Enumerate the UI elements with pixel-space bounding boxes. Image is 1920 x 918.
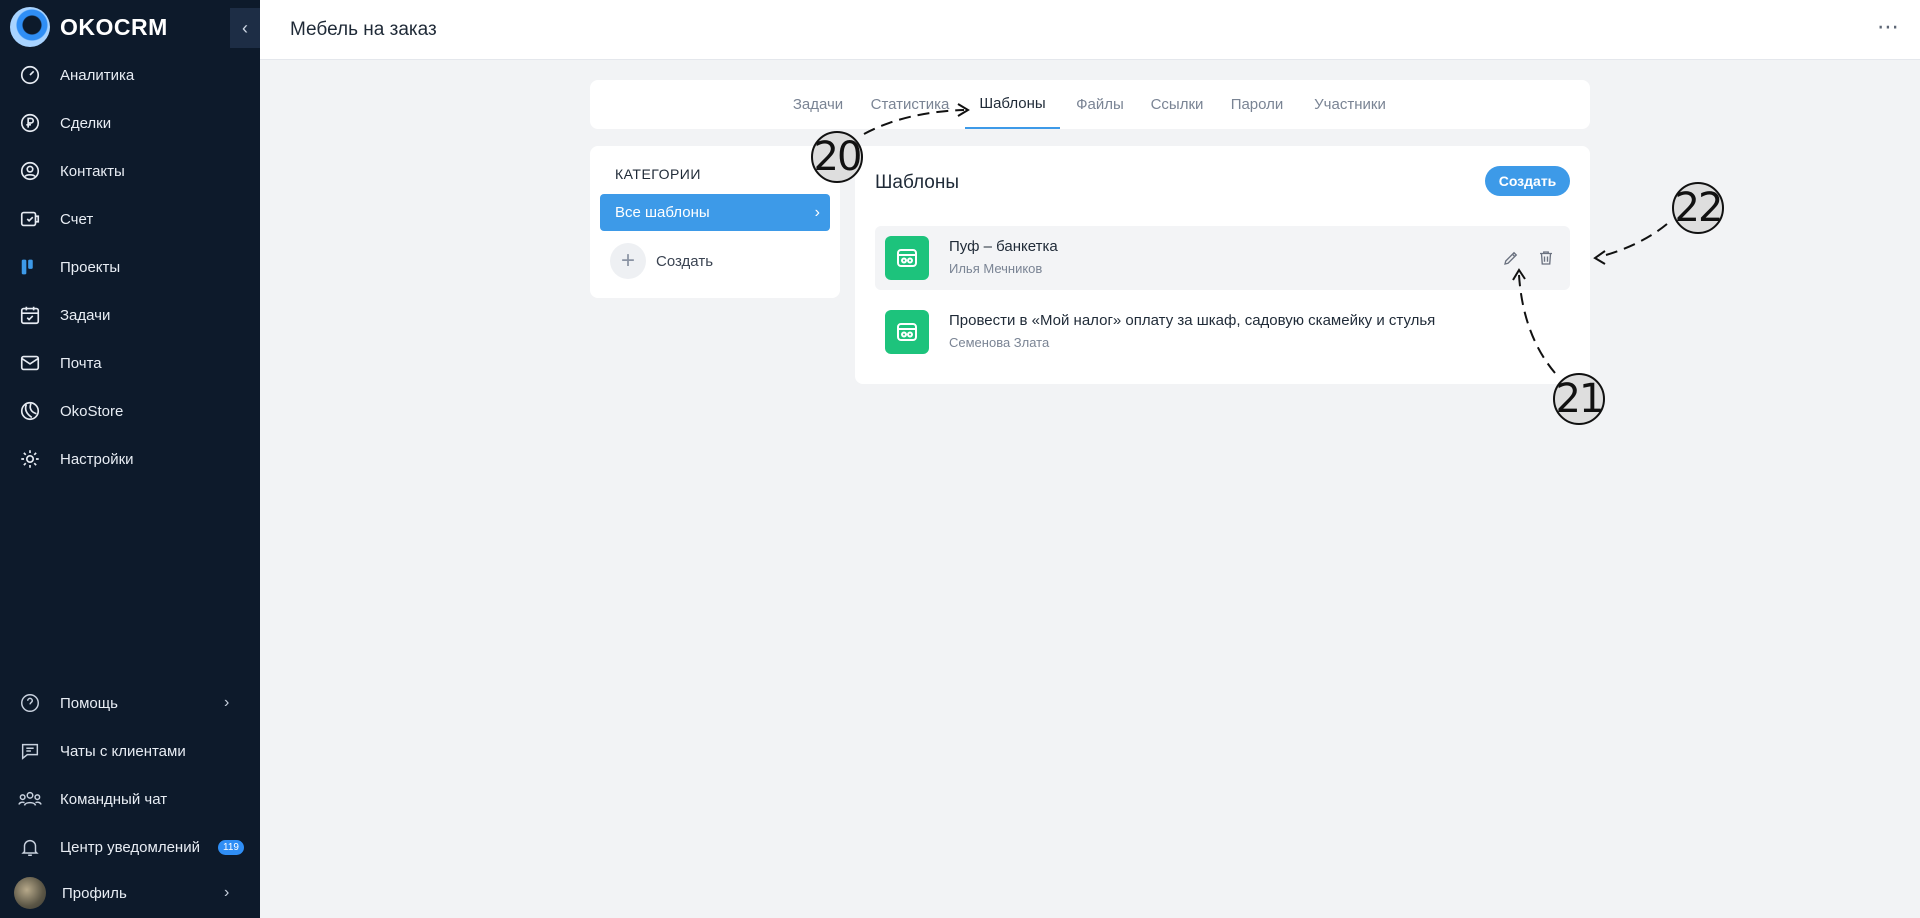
- template-name: Пуф – банкетка: [949, 238, 1058, 255]
- sidebar-item-label: Настройки: [60, 450, 134, 468]
- sidebar-item-label: Помощь: [60, 694, 118, 712]
- ruble-icon: [18, 111, 42, 135]
- sidebar-item-label: Проекты: [60, 258, 121, 276]
- sidebar-item-label: Задачи: [60, 306, 111, 324]
- brand-name: OKOCRM: [60, 13, 168, 40]
- sidebar-item-label: Центр уведомлений: [60, 838, 200, 856]
- create-category-label: Создать: [656, 252, 714, 270]
- bell-icon: [18, 835, 42, 859]
- create-category-button[interactable]: + Создать: [610, 242, 713, 280]
- chevron-right-icon: ›: [814, 203, 820, 221]
- create-template-button[interactable]: Создать: [1485, 166, 1570, 196]
- sidebar-item-label: Аналитика: [60, 66, 135, 84]
- tab-files[interactable]: Файлы: [1070, 80, 1130, 129]
- sidebar-item-label: Профиль: [62, 884, 127, 902]
- more-options-button[interactable]: ⋯: [1877, 14, 1900, 40]
- tab-participants[interactable]: Участники: [1305, 80, 1395, 129]
- sidebar-item-notifications[interactable]: Центр уведомлений 119: [0, 827, 260, 867]
- sidebar-item-projects[interactable]: Проекты: [0, 247, 260, 287]
- sidebar-item-okostore[interactable]: OkoStore: [0, 391, 260, 431]
- gear-icon: [18, 447, 42, 471]
- category-label: Все шаблоны: [615, 204, 710, 221]
- avatar: [14, 877, 46, 909]
- tab-tasks[interactable]: Задачи: [788, 80, 848, 129]
- sidebar-item-label: Сделки: [60, 114, 112, 132]
- sidebar-item-tasks[interactable]: Задачи: [0, 295, 260, 335]
- more-horizontal-icon: ⋯: [1877, 14, 1900, 39]
- sidebar-item-settings[interactable]: Настройки: [0, 439, 260, 479]
- sidebar-item-deals[interactable]: Сделки: [0, 103, 260, 143]
- chevron-right-icon: ›: [224, 884, 230, 901]
- invoice-icon: [18, 207, 42, 231]
- sidebar-item-label: OkoStore: [60, 402, 124, 420]
- annotation-arrows: [863, 103, 1668, 374]
- sidebar-item-invoice[interactable]: Счет: [0, 199, 260, 239]
- trash-icon: [1540, 251, 1552, 265]
- calendar-check-icon: [18, 303, 42, 327]
- template-row[interactable]: Провести в «Мой налог» оплату за шкаф, с…: [875, 300, 1570, 364]
- tab-templates[interactable]: Шаблоны: [965, 80, 1060, 129]
- sidebar-item-contacts[interactable]: Контакты: [0, 151, 260, 191]
- annotation-callout: 21: [1553, 373, 1605, 425]
- sidebar-item-client-chats[interactable]: Чаты с клиентами: [0, 731, 260, 771]
- gauge-icon: [18, 63, 42, 87]
- sidebar-item-analytics[interactable]: Аналитика: [0, 55, 260, 95]
- sidebar-item-label: Счет: [60, 210, 94, 228]
- logo[interactable]: OKOCRM: [10, 7, 168, 47]
- annotation-callout: 20: [811, 131, 863, 183]
- sidebar-item-mail[interactable]: Почта: [0, 343, 260, 383]
- templates-title: Шаблоны: [875, 172, 960, 193]
- sidebar-item-help[interactable]: Помощь ›: [0, 683, 260, 723]
- team-icon: [18, 787, 42, 811]
- tab-links[interactable]: Ссылки: [1147, 80, 1207, 129]
- template-row[interactable]: Пуф – банкетка Илья Мечников: [875, 226, 1570, 290]
- chevron-right-icon: ›: [224, 694, 230, 711]
- kanban-icon: [18, 255, 42, 279]
- category-all-templates[interactable]: Все шаблоны ›: [600, 194, 830, 231]
- sidebar: OKOCRM ‹ Аналитика Сделки Контакты Счет …: [0, 0, 260, 918]
- template-icon: [885, 236, 929, 280]
- pencil-icon: [1504, 251, 1518, 265]
- sidebar-item-label: Контакты: [60, 162, 125, 180]
- delete-template-button[interactable]: [1534, 246, 1558, 270]
- tab-statistics[interactable]: Статистика: [870, 80, 950, 129]
- question-icon: [18, 691, 42, 715]
- sidebar-item-label: Чаты с клиентами: [60, 742, 186, 760]
- notification-count-badge: 119: [218, 839, 244, 855]
- logo-icon: [10, 7, 50, 47]
- sidebar-item-profile[interactable]: Профиль ›: [0, 873, 260, 913]
- store-icon: [18, 399, 42, 423]
- page-title: Мебель на заказ: [290, 19, 437, 40]
- template-name: Провести в «Мой налог» оплату за шкаф, с…: [949, 312, 1436, 329]
- sidebar-item-label: Командный чат: [60, 790, 168, 808]
- sidebar-item-team-chat[interactable]: Командный чат: [0, 779, 260, 819]
- edit-template-button[interactable]: [1499, 246, 1523, 270]
- annotation-callout: 22: [1672, 182, 1724, 234]
- project-tabs: Задачи Статистика Шаблоны Файлы Ссылки П…: [590, 80, 1590, 129]
- categories-panel: КАТЕГОРИИ Все шаблоны › + Создать: [590, 146, 840, 298]
- mail-icon: [18, 351, 42, 375]
- collapse-sidebar-button[interactable]: ‹: [230, 8, 260, 48]
- categories-title: КАТЕГОРИИ: [615, 166, 701, 182]
- tab-passwords[interactable]: Пароли: [1228, 80, 1286, 129]
- chat-icon: [18, 739, 42, 763]
- plus-icon: +: [610, 243, 646, 279]
- top-header: Мебель на заказ ⋯: [260, 0, 1920, 60]
- templates-panel: Шаблоны Создать Пуф – банкетка Илья Мечн…: [855, 146, 1590, 384]
- sidebar-item-label: Почта: [60, 354, 102, 372]
- user-icon: [18, 159, 42, 183]
- template-author: Семенова Злата: [949, 335, 1050, 350]
- template-author: Илья Мечников: [949, 261, 1043, 276]
- chevron-left-icon: ‹: [242, 17, 248, 38]
- template-icon: [885, 310, 929, 354]
